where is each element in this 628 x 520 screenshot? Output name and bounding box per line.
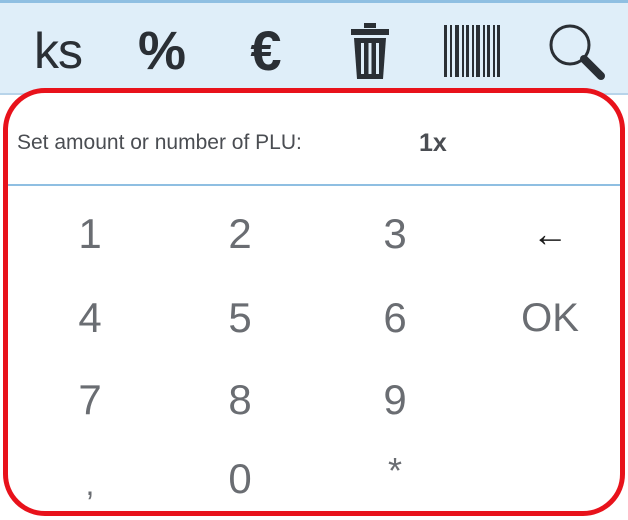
price-euro-button[interactable]: € <box>226 11 306 91</box>
delete-button[interactable] <box>330 11 410 91</box>
key-4[interactable]: 4 <box>40 280 140 356</box>
app-root: ks % € Set amount or number of PLU: 1x 1… <box>0 0 628 520</box>
percent-label: % <box>137 21 186 81</box>
key-9[interactable]: 9 <box>345 362 445 438</box>
key-2[interactable]: 2 <box>190 196 290 272</box>
toolbar: ks % € <box>0 0 628 95</box>
search-button[interactable] <box>536 11 616 91</box>
barcode-icon <box>444 25 500 77</box>
units-label: ks <box>34 23 83 79</box>
key-3[interactable]: 3 <box>345 196 445 272</box>
prompt-row: Set amount or number of PLU: 1x <box>8 93 620 185</box>
key-8[interactable]: 8 <box>190 362 290 438</box>
key-comma[interactable]: , <box>40 446 140 520</box>
discount-percent-button[interactable]: % <box>122 11 202 91</box>
ok-key[interactable]: OK <box>500 280 600 356</box>
key-7[interactable]: 7 <box>40 362 140 438</box>
divider <box>8 184 620 186</box>
key-1[interactable]: 1 <box>40 196 140 272</box>
key-asterisk[interactable]: * <box>345 433 445 509</box>
euro-label: € <box>250 19 282 82</box>
amount-display: 1x <box>419 129 447 157</box>
trash-icon <box>351 23 389 79</box>
backspace-key[interactable]: ← <box>500 196 600 272</box>
key-5[interactable]: 5 <box>190 280 290 356</box>
key-6[interactable]: 6 <box>345 280 445 356</box>
search-icon <box>549 24 605 80</box>
amount-entry-panel: Set amount or number of PLU: 1x 1 2 3 ← … <box>3 88 625 516</box>
prompt-label: Set amount or number of PLU: <box>17 131 302 154</box>
barcode-scan-button[interactable] <box>432 11 512 91</box>
units-button[interactable]: ks <box>18 11 98 91</box>
key-0[interactable]: 0 <box>190 441 290 517</box>
